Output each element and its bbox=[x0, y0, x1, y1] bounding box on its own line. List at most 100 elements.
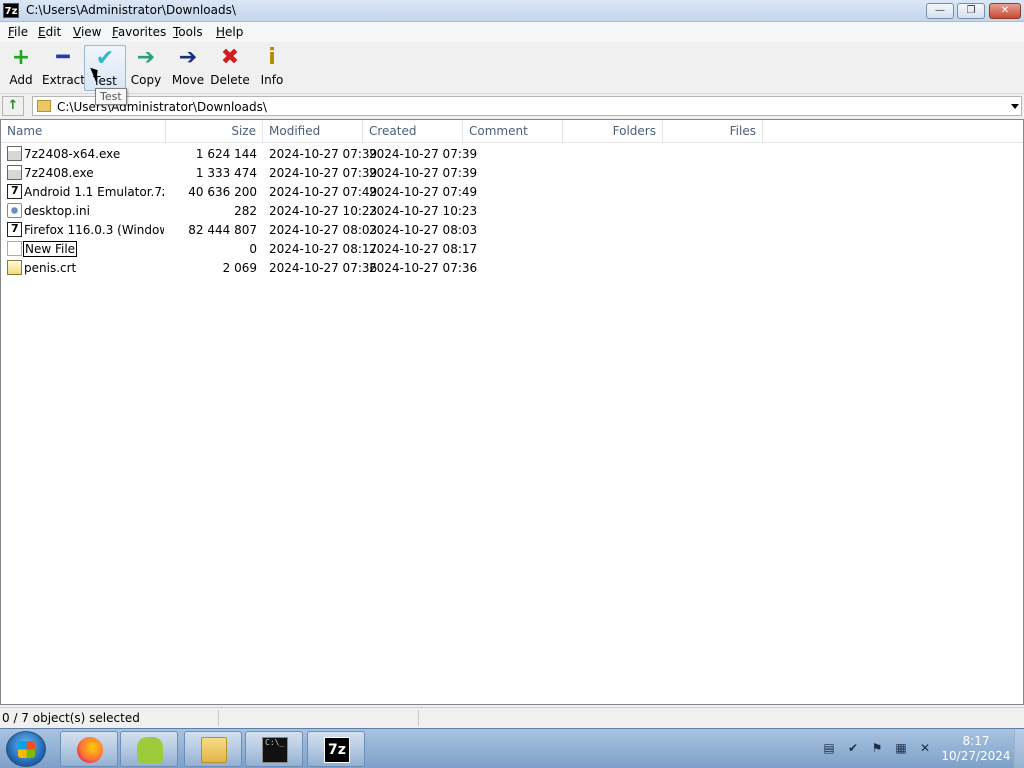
delete-label: Delete bbox=[210, 73, 250, 87]
menu-view[interactable]: View bbox=[73, 25, 101, 39]
copy-button[interactable]: ➔ Copy bbox=[125, 45, 167, 91]
file-modified: 2024-10-27 07:39 bbox=[269, 147, 378, 161]
address-bar[interactable]: C:\Users\Administrator\Downloads\ bbox=[32, 96, 1022, 116]
file-name-rename-field[interactable]: New File bbox=[23, 241, 78, 257]
taskbar-command-prompt[interactable]: C:\_ bbox=[245, 731, 303, 767]
extract-label: Extract bbox=[42, 73, 85, 87]
show-desktop-button[interactable] bbox=[1014, 729, 1024, 768]
toolbar: + Add ━ Extract ✔ Test ➔ Copy ➔ Move ✖ D… bbox=[0, 42, 1024, 94]
file-size: 0 bbox=[249, 242, 257, 256]
file-row[interactable]: penis.crt 2 069 2024-10-27 07:36 2024-10… bbox=[1, 259, 1023, 278]
delete-button[interactable]: ✖ Delete bbox=[209, 45, 251, 91]
exe-file-icon bbox=[7, 146, 22, 161]
move-label: Move bbox=[171, 73, 205, 87]
window-title: C:\Users\Administrator\Downloads\ bbox=[26, 3, 236, 17]
minimize-button[interactable]: — bbox=[926, 3, 954, 19]
exe-file-icon bbox=[7, 165, 22, 180]
clock-time: 8:17 bbox=[962, 734, 990, 748]
copy-arrow-icon: ➔ bbox=[136, 45, 156, 70]
file-name: penis.crt bbox=[24, 261, 77, 275]
selection-status: 0 / 7 object(s) selected bbox=[2, 711, 140, 725]
network-icon[interactable]: ▦ bbox=[894, 741, 908, 755]
file-modified: 2024-10-27 08:17 bbox=[269, 242, 378, 256]
7z-archive-icon bbox=[7, 222, 22, 237]
volume-muted-icon[interactable]: ✕ bbox=[918, 741, 932, 755]
column-header-modified[interactable]: Modified bbox=[263, 120, 363, 142]
column-header-size[interactable]: Size bbox=[166, 120, 263, 142]
file-row[interactable]: Firefox 116.0.3 (Window... 82 444 807 20… bbox=[1, 221, 1023, 240]
action-center-flag-icon[interactable]: ⚑ bbox=[870, 741, 884, 755]
taskbar-android-emulator[interactable] bbox=[120, 731, 178, 767]
maximize-button[interactable]: ❐ bbox=[957, 3, 985, 19]
file-size: 1 624 144 bbox=[195, 147, 257, 161]
folder-icon bbox=[201, 737, 227, 763]
taskbar-firefox[interactable] bbox=[60, 731, 118, 767]
taskbar-clock[interactable]: 8:17 10/27/2024 bbox=[940, 734, 1012, 764]
file-row[interactable]: Android 1.1 Emulator.7z 40 636 200 2024-… bbox=[1, 183, 1023, 202]
column-header-files[interactable]: Files bbox=[663, 120, 763, 142]
status-divider bbox=[418, 710, 419, 726]
menu-favorites[interactable]: Favorites bbox=[112, 25, 166, 39]
file-name: Android 1.1 Emulator.7z bbox=[24, 185, 164, 199]
address-path[interactable]: C:\Users\Administrator\Downloads\ bbox=[57, 100, 267, 114]
7zip-icon: 7z bbox=[324, 737, 350, 763]
column-header-created[interactable]: Created bbox=[363, 120, 463, 142]
file-size: 82 444 807 bbox=[188, 223, 257, 237]
file-modified: 2024-10-27 07:39 bbox=[269, 166, 378, 180]
title-bar[interactable]: 7z C:\Users\Administrator\Downloads\ — ❐… bbox=[0, 0, 1024, 22]
move-button[interactable]: ➔ Move bbox=[167, 45, 209, 91]
start-button[interactable] bbox=[6, 731, 46, 767]
file-name: 7z2408-x64.exe bbox=[24, 147, 121, 161]
extract-minus-icon: ━ bbox=[56, 45, 70, 70]
file-created: 2024-10-27 07:39 bbox=[369, 166, 478, 180]
file-row[interactable]: New File 0 2024-10-27 08:17 2024-10-27 0… bbox=[1, 240, 1023, 259]
address-dropdown-icon[interactable] bbox=[1011, 104, 1019, 109]
test-label: Test bbox=[93, 74, 117, 88]
file-list[interactable]: Name Size Modified Created Comment Folde… bbox=[0, 119, 1024, 705]
test-tooltip: Test bbox=[95, 88, 127, 105]
file-size: 282 bbox=[234, 204, 257, 218]
blank-file-icon bbox=[7, 241, 22, 256]
close-button[interactable]: ✕ bbox=[989, 3, 1021, 19]
file-row[interactable]: desktop.ini 282 2024-10-27 10:23 2024-10… bbox=[1, 202, 1023, 221]
file-row[interactable]: 7z2408.exe 1 333 474 2024-10-27 07:39 20… bbox=[1, 164, 1023, 183]
file-name: 7z2408.exe bbox=[24, 166, 94, 180]
settings-file-icon bbox=[7, 203, 22, 218]
taskbar-7zip[interactable]: 7z bbox=[307, 731, 365, 767]
security-shield-icon[interactable]: ✔ bbox=[846, 741, 860, 755]
status-divider bbox=[218, 710, 219, 726]
move-arrow-icon: ➔ bbox=[178, 45, 198, 70]
add-button[interactable]: + Add bbox=[0, 45, 42, 91]
status-bar: 0 / 7 object(s) selected bbox=[0, 707, 1024, 728]
delete-x-icon: ✖ bbox=[220, 45, 240, 70]
firefox-icon bbox=[77, 737, 103, 763]
info-icon: i bbox=[268, 45, 276, 70]
column-header-name[interactable]: Name bbox=[1, 120, 166, 142]
file-row[interactable]: 7z2408-x64.exe 1 624 144 2024-10-27 07:3… bbox=[1, 145, 1023, 164]
file-name: desktop.ini bbox=[24, 204, 90, 218]
android-icon bbox=[137, 737, 163, 763]
file-created: 2024-10-27 08:17 bbox=[369, 242, 478, 256]
add-label: Add bbox=[9, 73, 33, 87]
menu-tools[interactable]: Tools bbox=[173, 25, 203, 39]
extract-button[interactable]: ━ Extract bbox=[42, 45, 85, 91]
file-created: 2024-10-27 07:36 bbox=[369, 261, 478, 275]
menu-help[interactable]: Help bbox=[216, 25, 243, 39]
taskbar: C:\_ 7z ▤ ✔ ⚑ ▦ ✕ 8:17 10/27/2024 bbox=[0, 728, 1024, 768]
folder-up-button[interactable]: ↑ bbox=[2, 96, 24, 116]
info-label: Info bbox=[260, 73, 284, 87]
7z-archive-icon bbox=[7, 184, 22, 199]
info-button[interactable]: i Info bbox=[251, 45, 293, 91]
add-plus-icon: + bbox=[11, 45, 31, 70]
7zip-app-icon[interactable]: 7z bbox=[3, 3, 19, 18]
taskbar-explorer[interactable] bbox=[184, 731, 242, 767]
file-created: 2024-10-27 07:39 bbox=[369, 147, 478, 161]
column-header-comment[interactable]: Comment bbox=[463, 120, 563, 142]
menu-edit[interactable]: Edit bbox=[38, 25, 61, 39]
document-tray-icon[interactable]: ▤ bbox=[822, 741, 836, 755]
menu-file[interactable]: File bbox=[8, 25, 28, 39]
column-header-folders[interactable]: Folders bbox=[563, 120, 663, 142]
file-created: 2024-10-27 08:03 bbox=[369, 223, 478, 237]
column-header-row: Name Size Modified Created Comment Folde… bbox=[1, 120, 1023, 143]
file-size: 40 636 200 bbox=[188, 185, 257, 199]
